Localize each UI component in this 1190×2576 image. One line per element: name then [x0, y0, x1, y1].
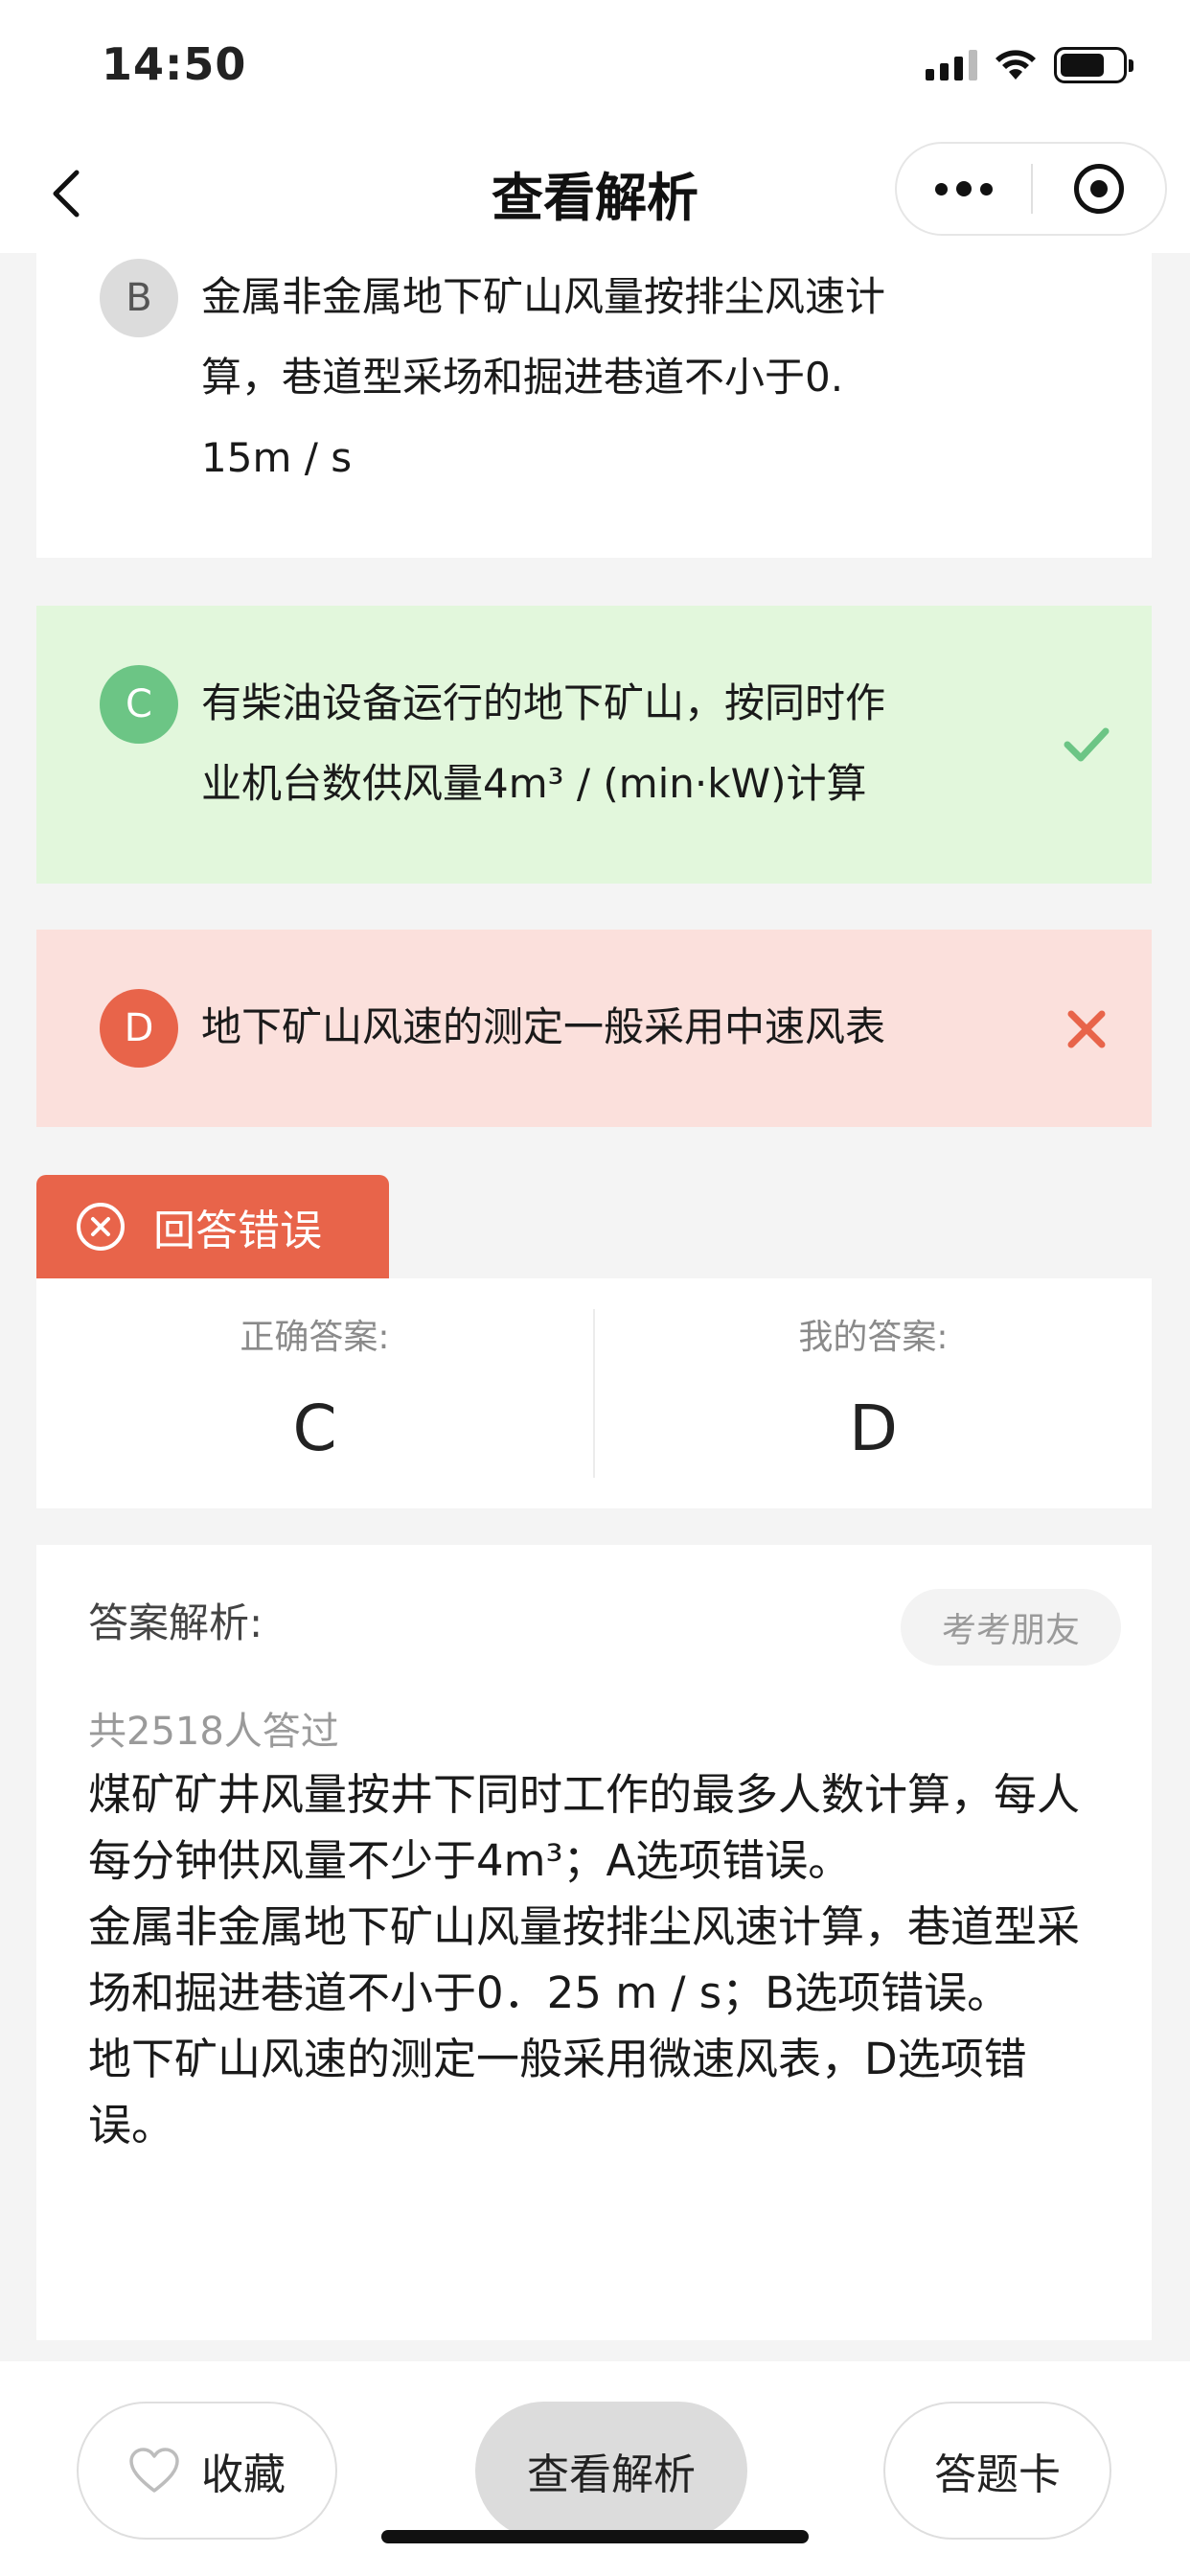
- nav-bar: 查看解析: [0, 134, 1190, 253]
- content-area: B 金属非金属地下矿山风量按排尘风速计 算，巷道型采场和掘进巷道不小于0. 15…: [0, 253, 1190, 2361]
- my-answer-column: 我的答案: D: [595, 1278, 1152, 1508]
- status-time: 14:50: [102, 38, 247, 90]
- battery-icon: [1054, 47, 1133, 83]
- view-analysis-label: 查看解析: [527, 2450, 696, 2499]
- analysis-card: 答案解析: 考考朋友 共2518人答过 煤矿矿井风量按井下同时工作的最多人数计算…: [36, 1545, 1152, 2340]
- analysis-body: 煤矿矿井风量按井下同时工作的最多人数计算，每人每分钟供风量不少于4m³；A选项错…: [88, 1761, 1104, 2158]
- more-menu-button[interactable]: [897, 144, 1031, 234]
- correct-answer-column: 正确答案: C: [36, 1278, 593, 1508]
- home-indicator[interactable]: [381, 2530, 809, 2543]
- analysis-paragraph: 地下矿山风速的测定一般采用微速风表，D选项错误。: [88, 2034, 1027, 2150]
- my-answer-label: 我的答案:: [798, 1318, 949, 1357]
- bottom-toolbar: 收藏 查看解析 答题卡: [0, 2361, 1190, 2576]
- miniprogram-capsule: [895, 142, 1167, 236]
- option-d-card[interactable]: D 地下矿山风速的测定一般采用中速风表: [36, 930, 1152, 1127]
- quiz-friends-button[interactable]: 考考朋友: [901, 1589, 1121, 1666]
- correct-answer-label: 正确答案:: [240, 1318, 390, 1357]
- close-miniprogram-button[interactable]: [1033, 144, 1165, 234]
- option-text: 金属非金属地下矿山风量按排尘风速计 算，巷道型采场和掘进巷道不小于0. 15m …: [201, 273, 886, 481]
- status-bar: 14:50: [0, 0, 1190, 134]
- cellular-signal-icon: [926, 50, 977, 80]
- more-dots-icon: [935, 182, 948, 196]
- analysis-paragraph: 金属非金属地下矿山风量按排尘风速计算，巷道型采场和掘进巷道不小于0．25 m /…: [88, 1901, 1081, 2018]
- analysis-paragraph: 煤矿矿井风量按井下同时工作的最多人数计算，每人每分钟供风量不少于4m³；A选项错…: [88, 1769, 1081, 1886]
- result-label: 回答错误: [153, 1207, 322, 1255]
- cross-icon: [1067, 1010, 1106, 1048]
- answer-comparison: 正确答案: C 我的答案: D: [36, 1278, 1152, 1508]
- option-text: 有柴油设备运行的地下矿山，按同时作 业机台数供风量4m³ / (min·kW)计…: [201, 679, 886, 807]
- answer-card-label: 答题卡: [934, 2450, 1061, 2499]
- wifi-icon: [995, 50, 1036, 80]
- option-c-card[interactable]: C 有柴油设备运行的地下矿山，按同时作 业机台数供风量4m³ / (min·kW…: [36, 606, 1152, 884]
- option-b-card[interactable]: B 金属非金属地下矿山风量按排尘风速计 算，巷道型采场和掘进巷道不小于0. 15…: [36, 253, 1152, 558]
- option-text: 地下矿山风速的测定一般采用中速风表: [201, 1003, 886, 1050]
- result-wrong-tab: 回答错误: [36, 1175, 389, 1278]
- analysis-title: 答案解析:: [88, 1599, 263, 1646]
- circle-x-icon: [77, 1203, 125, 1251]
- view-analysis-button[interactable]: 查看解析: [475, 2402, 747, 2540]
- my-answer-value: D: [849, 1392, 898, 1465]
- option-letter-badge: B: [100, 259, 178, 337]
- checkmark-icon: [1064, 727, 1110, 762]
- status-icons: [926, 46, 1133, 84]
- answer-count: 共2518人答过: [88, 1710, 339, 1754]
- correct-answer-value: C: [292, 1392, 337, 1465]
- favorite-button[interactable]: 收藏: [77, 2402, 337, 2540]
- target-icon: [1074, 164, 1124, 214]
- option-letter-badge: D: [100, 989, 178, 1068]
- heart-icon: [129, 2448, 179, 2493]
- favorite-label: 收藏: [201, 2450, 286, 2499]
- answer-card-button[interactable]: 答题卡: [883, 2402, 1111, 2540]
- option-letter-badge: C: [100, 665, 178, 744]
